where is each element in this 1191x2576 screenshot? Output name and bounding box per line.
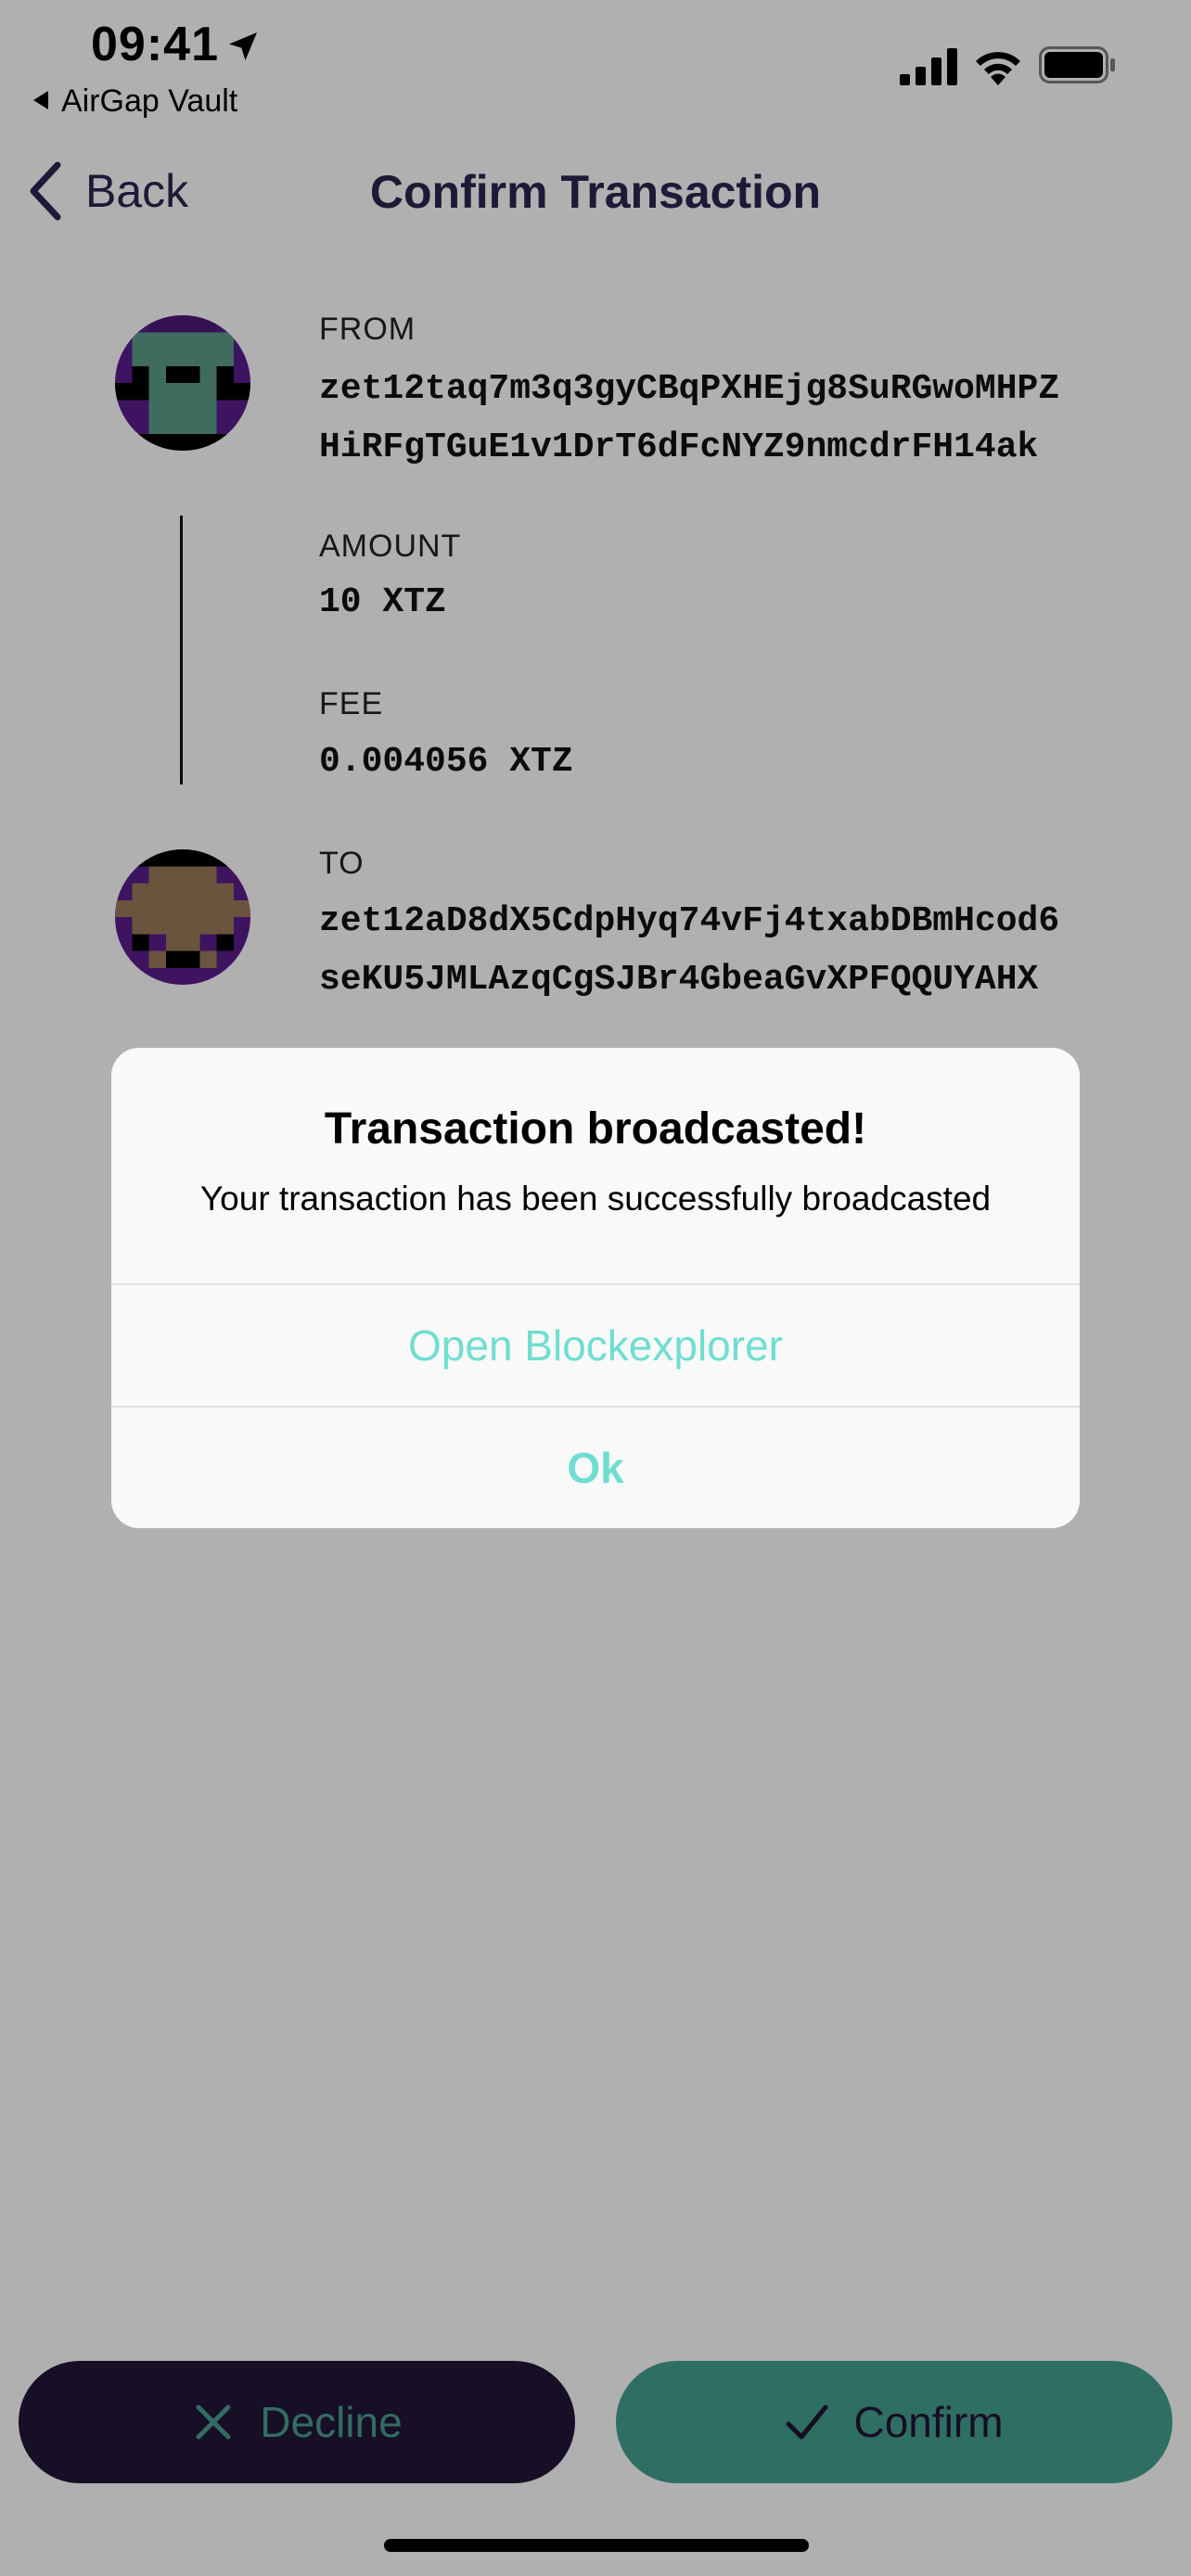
open-blockexplorer-button[interactable]: Open Blockexplorer: [111, 1283, 1080, 1406]
ok-button[interactable]: Ok: [111, 1406, 1080, 1528]
home-indicator[interactable]: [384, 2539, 809, 2552]
broadcast-alert-dialog: Transaction broadcasted! Your transactio…: [111, 1048, 1080, 1528]
alert-message: Your transaction has been successfully b…: [199, 1180, 992, 1218]
alert-title: Transaction broadcasted!: [324, 1104, 867, 1154]
